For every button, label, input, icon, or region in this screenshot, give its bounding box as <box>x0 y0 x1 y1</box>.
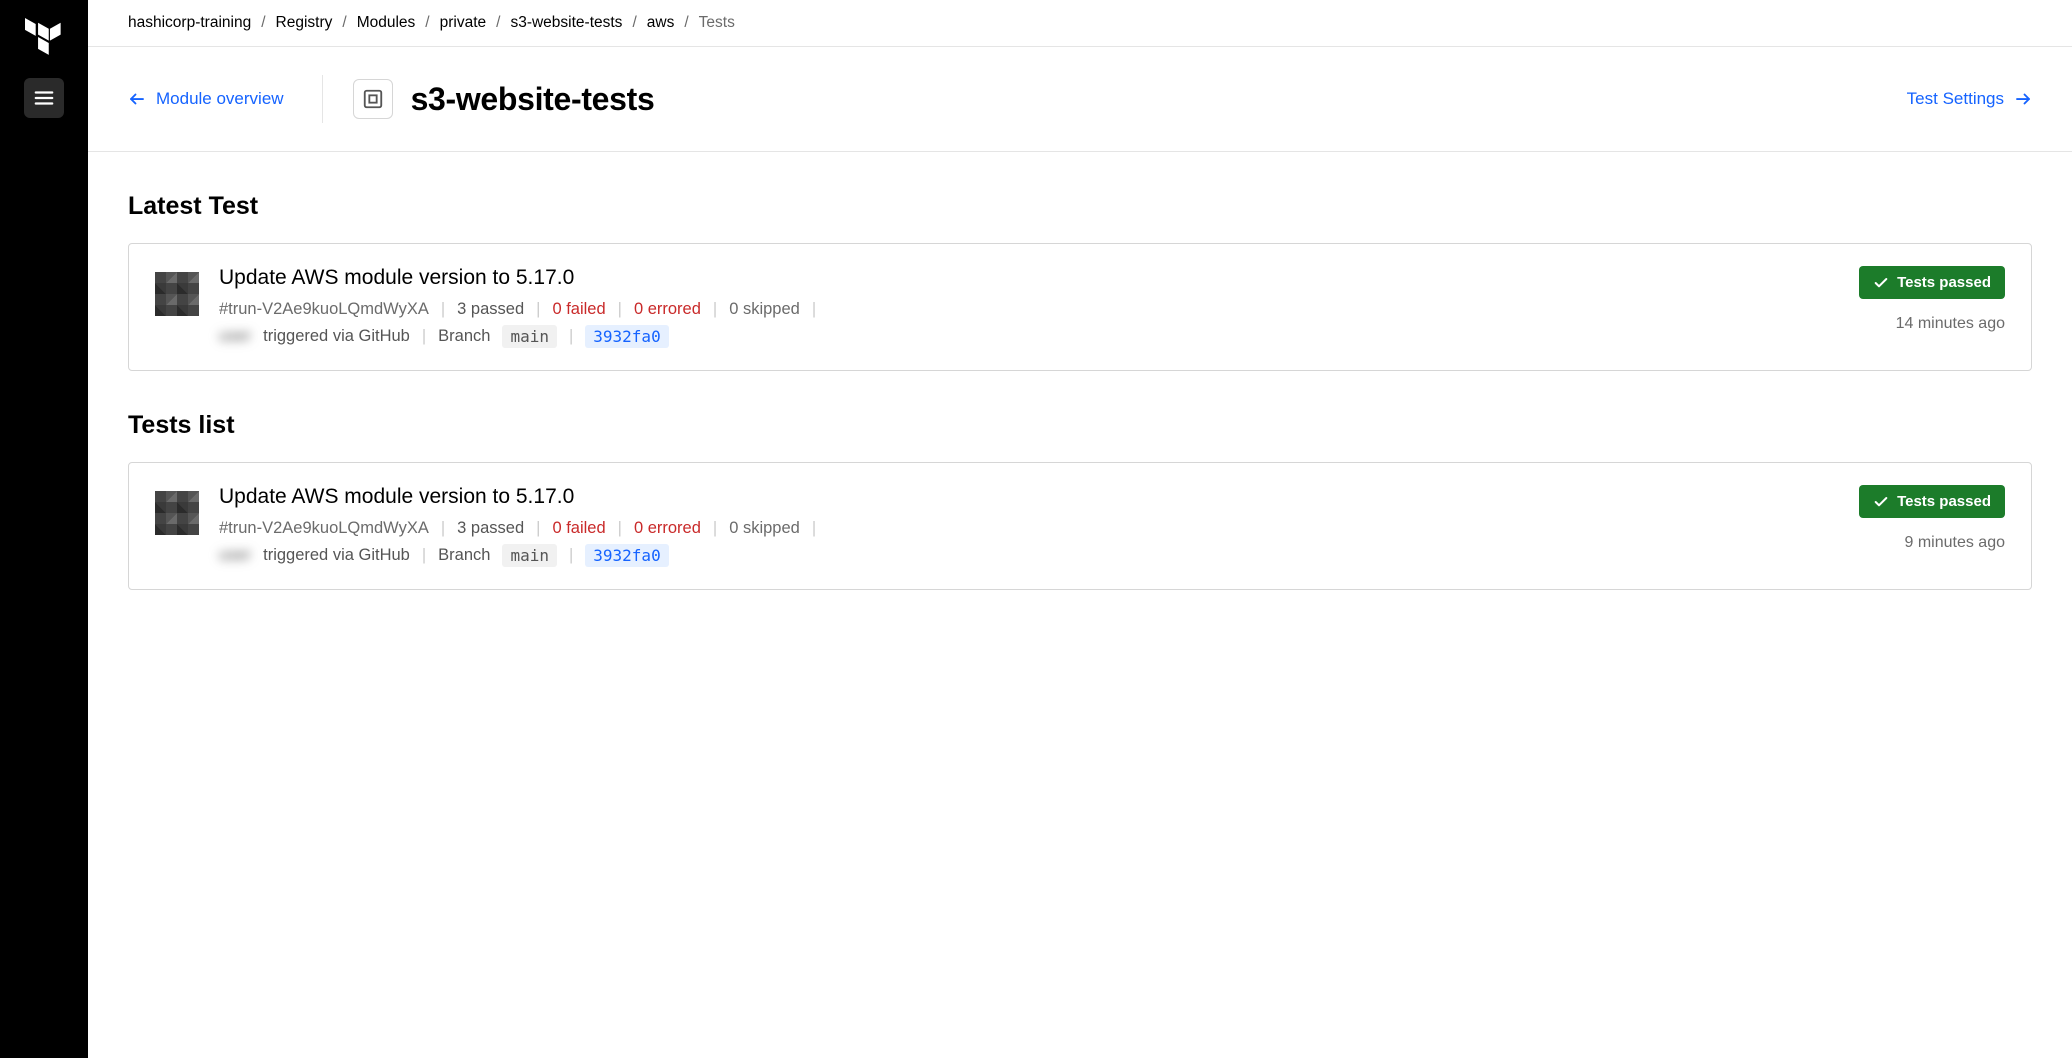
failed-count: 0 failed <box>552 300 605 319</box>
test-run-card[interactable]: Update AWS module version to 5.17.0 #tru… <box>128 243 2032 371</box>
sidebar <box>0 0 88 1058</box>
commit-hash[interactable]: 3932fa0 <box>585 544 668 567</box>
errored-count: 0 errored <box>634 519 701 538</box>
status-badge: Tests passed <box>1859 485 2005 518</box>
arrow-right-icon <box>2014 90 2032 108</box>
breadcrumb-item[interactable]: private <box>440 14 487 32</box>
timestamp: 9 minutes ago <box>1904 534 2005 552</box>
avatar <box>155 272 199 316</box>
latest-test-heading: Latest Test <box>128 192 2032 221</box>
timestamp: 14 minutes ago <box>1896 315 2005 333</box>
test-run-card[interactable]: Update AWS module version to 5.17.0 #tru… <box>128 462 2032 590</box>
branch-label: Branch <box>438 327 490 346</box>
errored-count: 0 errored <box>634 300 701 319</box>
test-run-title: Update AWS module version to 5.17.0 <box>219 266 1839 290</box>
terraform-logo-icon <box>25 18 63 58</box>
branch-name: main <box>502 325 557 348</box>
menu-button[interactable] <box>24 78 64 118</box>
arrow-left-icon <box>128 90 146 108</box>
breadcrumb-item[interactable]: Registry <box>276 14 333 32</box>
author-name: user <box>219 327 251 346</box>
run-id: #trun-V2Ae9kuoLQmdWyXA <box>219 519 429 538</box>
page-title: s3-website-tests <box>411 81 655 118</box>
tests-list-heading: Tests list <box>128 411 2032 440</box>
author-name: user <box>219 546 251 565</box>
avatar <box>155 491 199 535</box>
failed-count: 0 failed <box>552 519 605 538</box>
test-settings-link[interactable]: Test Settings <box>1907 89 2032 109</box>
commit-hash[interactable]: 3932fa0 <box>585 325 668 348</box>
skipped-count: 0 skipped <box>729 300 800 319</box>
breadcrumb-item[interactable]: aws <box>647 14 675 32</box>
status-badge: Tests passed <box>1859 266 2005 299</box>
check-icon <box>1873 494 1889 510</box>
breadcrumb: hashicorp-training/ Registry/ Modules/ p… <box>88 0 2072 47</box>
branch-name: main <box>502 544 557 567</box>
breadcrumb-item[interactable]: hashicorp-training <box>128 14 251 32</box>
trigger-source: triggered via GitHub <box>263 327 410 346</box>
passed-count: 3 passed <box>457 300 524 319</box>
branch-label: Branch <box>438 546 490 565</box>
module-overview-link[interactable]: Module overview <box>128 75 323 123</box>
run-id: #trun-V2Ae9kuoLQmdWyXA <box>219 300 429 319</box>
check-icon <box>1873 275 1889 291</box>
trigger-source: triggered via GitHub <box>263 546 410 565</box>
breadcrumb-item[interactable]: s3-website-tests <box>510 14 622 32</box>
test-run-title: Update AWS module version to 5.17.0 <box>219 485 1839 509</box>
breadcrumb-current: Tests <box>699 14 735 32</box>
skipped-count: 0 skipped <box>729 519 800 538</box>
breadcrumb-item[interactable]: Modules <box>357 14 416 32</box>
passed-count: 3 passed <box>457 519 524 538</box>
module-icon <box>353 79 393 119</box>
